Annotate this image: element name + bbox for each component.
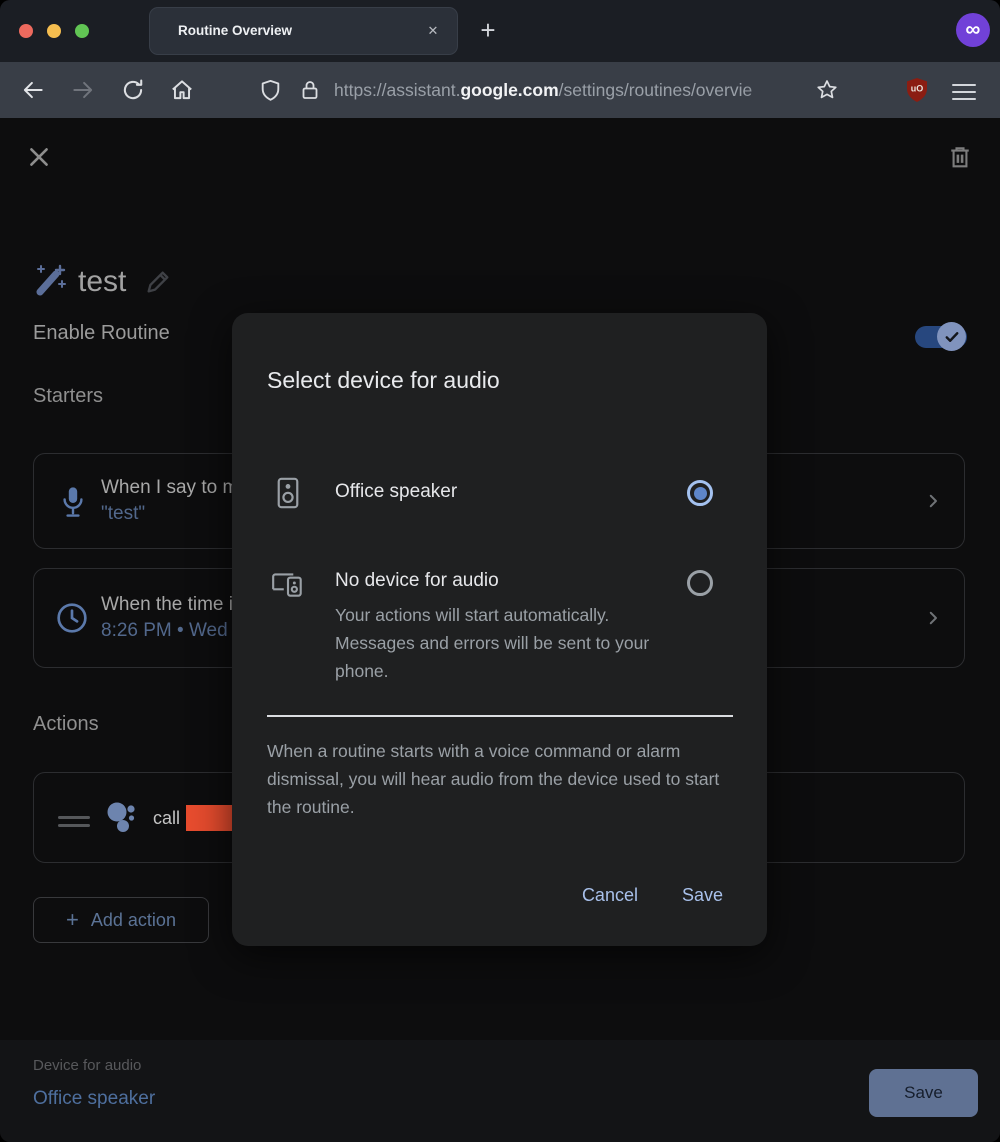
option-no-device-label: No device for audio	[335, 570, 499, 592]
magic-wand-icon	[31, 261, 69, 299]
radio-dot	[694, 487, 707, 500]
option-office-speaker-label: Office speaker	[335, 481, 457, 503]
url-domain: google.com	[460, 80, 558, 100]
traffic-light-minimize[interactable]	[47, 24, 61, 38]
url-fade-overlay	[742, 62, 816, 118]
plus-icon: +	[66, 907, 79, 933]
edit-name-button[interactable]	[144, 268, 172, 296]
drag-handle[interactable]	[58, 811, 90, 832]
starter-time-line1: When the time is	[101, 592, 243, 618]
starter-time-line2: 8:26 PM • Wed	[101, 618, 243, 644]
assistant-icon	[104, 799, 142, 837]
browser-tab[interactable]: Routine Overview ✕	[150, 8, 457, 54]
chevron-right-icon	[924, 609, 942, 627]
bookmark-star-icon[interactable]	[813, 76, 841, 104]
tab-close-button[interactable]: ✕	[423, 21, 443, 41]
add-action-label: Add action	[91, 910, 176, 931]
url-bar[interactable]: https://assistant.google.com/settings/ro…	[334, 62, 752, 118]
delete-routine-button[interactable]	[946, 143, 974, 171]
radio-no-device[interactable]	[687, 570, 713, 596]
tracking-shield-icon[interactable]	[256, 76, 284, 104]
browser-window: Routine Overview ✕ + ∞ https://assistant…	[0, 0, 1000, 1142]
radio-office-speaker[interactable]	[687, 480, 713, 506]
microphone-icon	[58, 485, 88, 521]
dialog-save-button[interactable]: Save	[682, 885, 723, 906]
footer-bar: Device for audio Office speaker Save	[0, 1040, 1000, 1142]
dialog-divider	[267, 715, 733, 717]
device-for-audio-label: Device for audio	[33, 1057, 141, 1074]
device-for-audio-value[interactable]: Office speaker	[33, 1088, 155, 1110]
cancel-button[interactable]: Cancel	[582, 885, 638, 906]
actions-heading: Actions	[33, 713, 99, 736]
speaker-icon	[276, 476, 300, 510]
starter-voice-line2: "test"	[101, 501, 248, 527]
option-no-device-description: Your actions will start automatically. M…	[335, 601, 657, 685]
traffic-light-zoom[interactable]	[75, 24, 89, 38]
tab-bar: Routine Overview ✕ + ∞	[0, 0, 1000, 62]
select-device-dialog: Select device for audio Office speaker N…	[232, 313, 767, 946]
no-device-icon	[270, 568, 306, 600]
starter-time-text: When the time is 8:26 PM • Wed	[101, 592, 243, 644]
lock-icon[interactable]	[296, 76, 324, 104]
ublock-origin-icon[interactable]: uO	[903, 76, 931, 104]
forward-button[interactable]	[69, 76, 97, 104]
new-tab-button[interactable]: +	[474, 14, 502, 48]
close-routine-button[interactable]	[26, 144, 52, 170]
svg-text:uO: uO	[911, 84, 924, 94]
dialog-title: Select device for audio	[267, 367, 500, 394]
menu-button[interactable]	[952, 79, 980, 107]
url-path: /settings/routines/overvie	[559, 80, 753, 100]
starter-voice-line1: When I say to my	[101, 475, 248, 501]
action-text: call	[153, 808, 180, 829]
home-button[interactable]	[168, 76, 196, 104]
reload-button[interactable]	[119, 76, 147, 104]
dialog-note: When a routine starts with a voice comma…	[267, 737, 741, 821]
back-button[interactable]	[19, 76, 47, 104]
tab-title: Routine Overview	[178, 8, 292, 54]
toggle-knob[interactable]	[937, 322, 966, 351]
dialog-buttons: Cancel Save	[582, 885, 723, 906]
clock-icon	[56, 602, 88, 634]
url-scheme: https://assistant.	[334, 80, 460, 100]
add-action-button[interactable]: + Add action	[33, 897, 209, 943]
footer-save-button[interactable]: Save	[869, 1069, 978, 1117]
starter-voice-text: When I say to my "test"	[101, 475, 248, 527]
starters-heading: Starters	[33, 385, 103, 408]
navigation-toolbar: https://assistant.google.com/settings/ro…	[0, 62, 1000, 118]
enable-routine-label: Enable Routine	[33, 322, 170, 345]
chevron-right-icon	[924, 492, 942, 510]
traffic-light-close[interactable]	[19, 24, 33, 38]
routine-name: test	[78, 265, 126, 299]
profile-avatar[interactable]: ∞	[956, 13, 990, 47]
